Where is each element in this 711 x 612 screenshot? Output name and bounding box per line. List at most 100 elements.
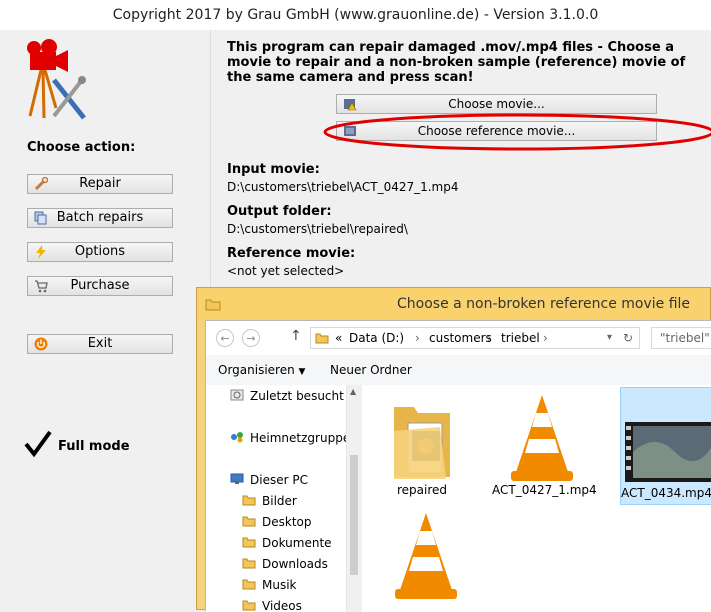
choose-movie-label: Choose movie... — [448, 97, 545, 111]
computer-icon — [230, 473, 244, 484]
up-button[interactable]: ↑ — [290, 328, 302, 344]
folder-icon — [242, 600, 256, 611]
dialog-body: ← → ↑ « Data (D:) › customers › triebel … — [205, 320, 711, 612]
highlight-ellipse — [323, 113, 711, 151]
nav-this-pc-label: Dieser PC — [250, 473, 308, 487]
back-button[interactable]: ← — [216, 329, 234, 347]
breadcrumb-data[interactable]: Data (D:) — [349, 328, 404, 348]
choose-movie-button[interactable]: Choose movie... — [336, 94, 657, 114]
file-dialog: Choose a non-broken reference movie file… — [196, 287, 711, 612]
chevron-down-icon: ▼ — [298, 367, 306, 377]
nav-pictures-label: Bilder — [262, 494, 297, 508]
file-name: ACT_0427_1.mp4 — [492, 483, 597, 497]
file-item-act-0427[interactable]: ACT_0427_1.mp4 — [492, 391, 597, 503]
file-name: ACT_0434.mp4 — [621, 486, 711, 500]
nav-this-pc[interactable]: Dieser PC — [206, 469, 346, 489]
power-icon — [34, 337, 48, 351]
camera-icon — [27, 39, 86, 120]
reference-movie-value: <not yet selected> — [227, 264, 345, 278]
wrench-icon — [34, 177, 48, 191]
nav-music[interactable]: Musik — [206, 574, 346, 594]
cart-icon — [35, 280, 48, 293]
folder-icon — [242, 495, 256, 506]
intro-text: This program can repair damaged .mov/.mp… — [227, 40, 686, 85]
nav-homegroup[interactable]: Heimnetzgruppe — [206, 427, 350, 447]
reference-movie-heading: Reference movie: — [227, 246, 356, 261]
breadcrumb-separator: › — [415, 331, 420, 345]
exit-label: Exit — [87, 336, 113, 351]
folder-icon — [242, 579, 256, 590]
nav-videos[interactable]: Videos — [206, 595, 346, 612]
purchase-label: Purchase — [70, 278, 130, 293]
scroll-up-arrow[interactable]: ▲ — [350, 387, 356, 396]
address-bar[interactable]: « Data (D:) › customers › triebel › ▾ ↻ — [310, 327, 640, 349]
breadcrumb-customers[interactable]: customers — [429, 328, 492, 348]
breadcrumb-prefix: « — [335, 331, 343, 345]
nav-documents[interactable]: Dokumente — [206, 532, 346, 552]
file-item-repaired[interactable]: repaired — [376, 391, 468, 503]
repair-button[interactable]: Repair — [27, 174, 173, 194]
exit-button[interactable]: Exit — [27, 334, 173, 354]
nav-downloads[interactable]: Downloads — [206, 553, 346, 573]
new-folder-button[interactable]: Neuer Ordner — [330, 363, 412, 377]
repair-label: Repair — [79, 176, 121, 191]
options-button[interactable]: Options — [27, 242, 173, 262]
scroll-thumb[interactable] — [350, 455, 358, 575]
vlc-icon — [511, 395, 573, 481]
window-title: Copyright 2017 by Grau GmbH (www.grauonl… — [112, 7, 599, 23]
navigation-pane: Zuletzt besucht Heimnetzgruppe Dieser PC… — [206, 385, 361, 612]
folder-icon — [242, 558, 256, 569]
chevron-down-icon[interactable]: ▾ — [607, 328, 612, 348]
nav-documents-label: Dokumente — [262, 536, 332, 550]
full-mode-label: Full mode — [58, 439, 130, 454]
folder-icon — [315, 333, 329, 344]
address-row: ← → ↑ « Data (D:) › customers › triebel … — [206, 321, 711, 356]
file-list: repaired ACT_0427_1.mp4 ACT_0434.mp4 — [362, 385, 711, 612]
recent-places-icon — [230, 389, 244, 401]
batch-repairs-button[interactable]: Batch repairs — [27, 208, 173, 228]
nav-music-label: Musik — [262, 578, 297, 592]
dialog-title: Choose a non-broken reference movie file — [397, 296, 691, 312]
file-item-act-0434[interactable]: ACT_0434.mp4 — [620, 387, 711, 505]
nav-downloads-label: Downloads — [262, 557, 328, 571]
breadcrumb-triebel[interactable]: triebel — [501, 328, 540, 348]
breadcrumb-separator: › — [543, 331, 548, 345]
app-logo — [24, 38, 88, 122]
nav-videos-label: Videos — [262, 599, 302, 612]
purchase-button[interactable]: Purchase — [27, 276, 173, 296]
checkmark-icon — [24, 430, 52, 458]
input-movie-value: D:\customers\triebel\ACT_0427_1.mp4 — [227, 180, 459, 194]
dialog-toolbar: Organisieren ▼ Neuer Ordner — [206, 355, 711, 386]
choose-action-label: Choose action: — [27, 140, 136, 155]
breadcrumb-separator: › — [487, 331, 492, 345]
organize-label: Organisieren — [218, 363, 295, 377]
nav-scrollbar[interactable]: ▲ — [346, 385, 362, 612]
dialog-title-bar: Choose a non-broken reference movie file — [197, 288, 710, 320]
folder-icon — [205, 299, 221, 311]
nav-recent[interactable]: Zuletzt besucht — [206, 385, 346, 405]
lightning-icon — [36, 245, 46, 259]
output-folder-value: D:\customers\triebel\repaired\ — [227, 222, 408, 236]
sidebar: Choose action: Repair Batch repairs Opti… — [0, 30, 210, 610]
nav-pictures[interactable]: Bilder — [206, 490, 346, 510]
output-folder-heading: Output folder: — [227, 204, 332, 219]
folder-icon — [242, 516, 256, 527]
title-bar: Copyright 2017 by Grau GmbH (www.grauonl… — [0, 0, 711, 31]
homegroup-icon — [231, 432, 243, 443]
refresh-icon[interactable]: ↻ — [623, 328, 633, 348]
batch-icon — [34, 211, 47, 225]
search-input[interactable]: "triebel" — [651, 327, 711, 349]
batch-repairs-label: Batch repairs — [56, 210, 144, 225]
nav-desktop-label: Desktop — [262, 515, 312, 529]
file-item-vlc[interactable] — [386, 509, 466, 612]
nav-recent-label: Zuletzt besucht — [250, 389, 344, 403]
movie-warning-icon — [344, 99, 357, 111]
forward-button[interactable]: → — [242, 329, 260, 347]
folder-icon — [394, 407, 450, 479]
organize-button[interactable]: Organisieren ▼ — [218, 363, 305, 377]
file-name: repaired — [396, 483, 448, 497]
video-thumbnail-icon — [625, 422, 711, 482]
input-movie-heading: Input movie: — [227, 162, 320, 177]
nav-desktop[interactable]: Desktop — [206, 511, 346, 531]
nav-homegroup-label: Heimnetzgruppe — [250, 431, 351, 445]
